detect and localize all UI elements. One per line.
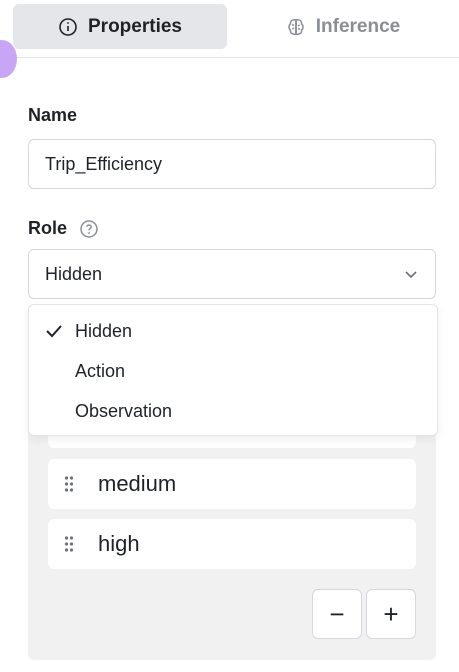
role-option-hidden[interactable]: Hidden	[29, 311, 437, 351]
info-icon	[59, 17, 77, 36]
add-state-button[interactable]: +	[366, 589, 416, 639]
panel-tabs: Properties Inference	[0, 0, 459, 58]
tab-properties-label: Properties	[88, 15, 182, 37]
state-row[interactable]: high	[48, 519, 416, 569]
role-label-row: Role	[28, 218, 99, 239]
brain-icon	[288, 18, 304, 35]
role-label: Role	[28, 218, 68, 238]
role-select[interactable]: Hidden	[28, 249, 436, 299]
role-dropdown-menu: Hidden Action Observation	[28, 304, 438, 436]
drag-handle-icon[interactable]	[48, 475, 90, 493]
remove-state-button[interactable]: −	[312, 589, 362, 639]
tab-inference[interactable]: Inference	[240, 4, 446, 49]
states-panel: medium high − +	[28, 398, 436, 660]
chevron-down-icon	[405, 271, 417, 279]
role-option-label: Action	[75, 360, 126, 381]
check-icon	[46, 325, 62, 338]
state-label: high	[98, 531, 140, 556]
role-option-observation[interactable]: Observation	[29, 391, 437, 431]
help-icon[interactable]	[79, 219, 99, 239]
name-label: Name	[28, 105, 78, 125]
name-value: Trip_Efficiency	[45, 153, 163, 174]
drag-handle-icon[interactable]	[48, 535, 90, 553]
state-row[interactable]: medium	[48, 459, 416, 509]
role-select-value: Hidden	[45, 263, 103, 284]
role-option-action[interactable]: Action	[29, 351, 437, 391]
role-option-label: Hidden	[75, 320, 133, 341]
state-label: medium	[98, 471, 177, 496]
role-option-label: Observation	[75, 400, 173, 421]
name-field[interactable]: Trip_Efficiency	[28, 139, 436, 189]
tab-properties[interactable]: Properties	[13, 4, 227, 49]
tab-inference-label: Inference	[315, 15, 401, 37]
